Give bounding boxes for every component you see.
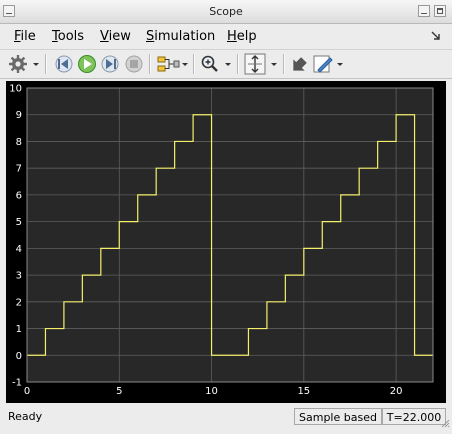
menu-file[interactable]: File bbox=[14, 29, 36, 44]
toolbar-separator bbox=[193, 54, 195, 74]
y-tick-label: 9 bbox=[16, 110, 22, 121]
y-tick-label: 10 bbox=[9, 84, 22, 95]
menu-tools[interactable]: Tools bbox=[52, 29, 84, 44]
y-tick-label: 4 bbox=[16, 244, 22, 255]
step-back-icon[interactable] bbox=[54, 53, 74, 75]
status-bar: Ready Sample based T=22.000 bbox=[0, 405, 452, 427]
toolbar-separator bbox=[149, 54, 151, 74]
highlight-block-icon[interactable] bbox=[289, 53, 309, 75]
toolbar bbox=[0, 49, 452, 79]
x-tick-label: 5 bbox=[116, 386, 122, 397]
minimize-button[interactable] bbox=[418, 5, 430, 17]
zoom-icon[interactable] bbox=[200, 53, 234, 75]
run-icon[interactable] bbox=[77, 53, 97, 75]
menu-simulation[interactable]: Simulation bbox=[146, 29, 215, 44]
scope-plot[interactable]: 0 5 10 15 20-1012345678910 bbox=[6, 81, 446, 403]
y-tick-label: 8 bbox=[16, 137, 22, 148]
y-tick-label: 5 bbox=[16, 217, 22, 228]
y-tick-label: 1 bbox=[16, 324, 22, 335]
status-ready: Ready bbox=[8, 410, 43, 423]
settings-gear-icon[interactable] bbox=[8, 53, 40, 75]
x-tick-label: 10 bbox=[205, 386, 218, 397]
toolbar-separator bbox=[45, 54, 47, 74]
menu-bar: File Tools View Simulation Help bbox=[0, 24, 452, 48]
undock-arrow-icon[interactable] bbox=[430, 30, 442, 42]
resize-grip-icon[interactable] bbox=[440, 418, 450, 428]
step-forward-icon[interactable] bbox=[100, 53, 120, 75]
stop-icon[interactable] bbox=[124, 53, 144, 75]
x-tick-label: 0 bbox=[24, 386, 30, 397]
y-tick-label: 3 bbox=[16, 271, 22, 282]
title-bar: Scope bbox=[0, 0, 452, 24]
autoscale-dropdown-icon[interactable] bbox=[270, 53, 280, 75]
y-tick-label: 7 bbox=[16, 164, 22, 175]
x-tick-label: 20 bbox=[390, 386, 403, 397]
status-time: T=22.000 bbox=[382, 408, 446, 425]
window-title: Scope bbox=[209, 5, 243, 18]
maximize-button[interactable] bbox=[434, 5, 446, 17]
x-tick-label: 15 bbox=[297, 386, 310, 397]
y-tick-label: 6 bbox=[16, 190, 22, 201]
style-pen-icon[interactable] bbox=[312, 53, 346, 75]
status-mode: Sample based bbox=[294, 408, 382, 425]
menu-help[interactable]: Help bbox=[227, 29, 257, 44]
y-tick-label: 0 bbox=[16, 351, 22, 362]
y-tick-label: 2 bbox=[16, 297, 22, 308]
menu-view[interactable]: View bbox=[100, 29, 131, 44]
signal-select-icon[interactable] bbox=[156, 53, 188, 75]
autoscale-icon[interactable] bbox=[243, 53, 267, 75]
toolbar-separator bbox=[237, 54, 239, 74]
axes-area bbox=[27, 88, 433, 382]
toolbar-separator bbox=[283, 54, 285, 74]
y-tick-label: -1 bbox=[12, 378, 22, 389]
